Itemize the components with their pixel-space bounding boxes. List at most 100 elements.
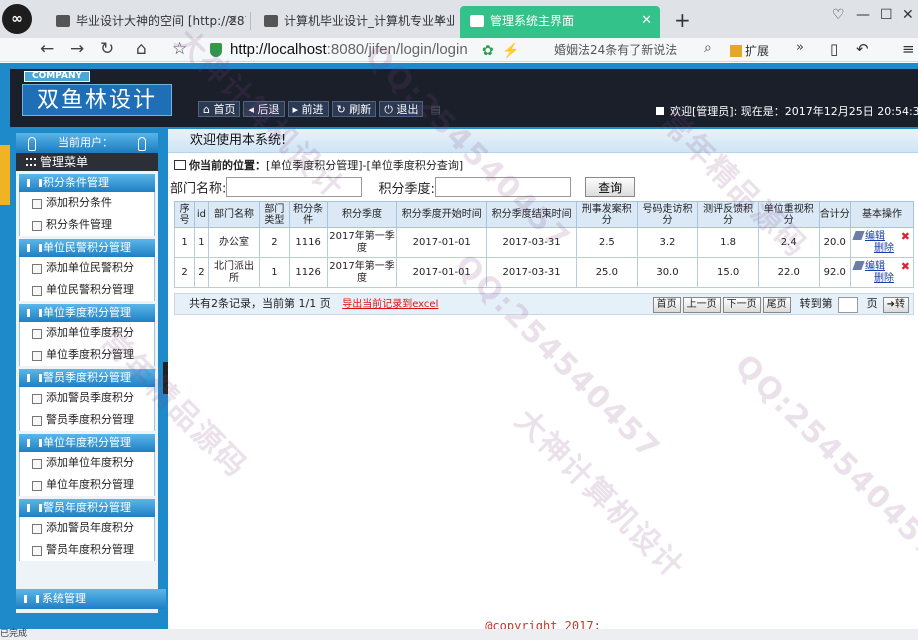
export-excel-link[interactable]: 导出当前记录到excel	[342, 299, 438, 310]
extensions-button[interactable]: 扩展	[730, 42, 769, 59]
new-tab-button[interactable]: +	[674, 6, 691, 34]
logout-button[interactable]: ⏻ 退出	[379, 101, 424, 117]
dept-name-input[interactable]	[226, 177, 363, 197]
menu-item[interactable]: 添加单位民警积分	[19, 257, 155, 279]
edit-icon	[852, 230, 865, 240]
menu-group-title[interactable]: 单位季度积分管理	[19, 304, 155, 322]
welcome-status: 欢迎[管理员]: 现在是：2017年12月25日 20:54:39	[656, 103, 918, 119]
forward-icon[interactable]: →	[70, 39, 84, 59]
browser-tab-active[interactable]: 管理系统主界面 ✕	[460, 6, 660, 38]
menu-item[interactable]: 积分条件管理	[19, 214, 155, 236]
tab-close-icon[interactable]: ✕	[641, 6, 652, 36]
dept-label: 部门名称:	[170, 181, 227, 197]
reload-icon[interactable]: ↻	[100, 39, 114, 59]
column-header: 测评反馈积分	[697, 201, 759, 228]
next-page-button[interactable]: 下一页	[722, 297, 761, 313]
last-page-button[interactable]: 尾页	[762, 297, 791, 313]
menu-group-title[interactable]: 警员季度积分管理	[19, 369, 155, 387]
menu-group-title[interactable]: 警员年度积分管理	[19, 499, 155, 517]
tab-favicon-icon	[264, 15, 278, 27]
top-navigation: ⌂ 首页 ◂ 后退 ▸ 前进 ↻ 刷新 ⏻ 退出 ▤	[198, 101, 448, 117]
menu-item[interactable]: 添加单位季度积分	[19, 322, 155, 344]
menu-item[interactable]: 单位季度积分管理	[19, 344, 155, 366]
menu-item[interactable]: 单位民警积分管理	[19, 279, 155, 301]
table-cell: 3.2	[636, 227, 699, 258]
column-header: 基本操作	[850, 201, 914, 228]
address-news[interactable]: 婚姻法24条有了新说法	[554, 39, 677, 61]
tab-close-icon[interactable]: ✕	[435, 6, 446, 36]
tab-favicon-icon	[470, 15, 484, 27]
go-button[interactable]: ➜转	[882, 297, 909, 313]
column-header: 单位重视积分	[757, 201, 820, 228]
menu-item[interactable]: 添加单位年度积分	[19, 452, 155, 474]
home-button[interactable]: ⌂ 首页	[198, 101, 241, 117]
app-logo: 双鱼林设计	[22, 84, 172, 116]
address-bar[interactable]: http://localhost:8080/jifen/login/login …	[210, 39, 720, 61]
delete-link[interactable]: 删除	[874, 243, 912, 255]
more-chevron-icon[interactable]: »	[796, 40, 804, 55]
menu-group: 单位民警积分管理 添加单位民警积分 单位民警积分管理	[19, 239, 155, 301]
season-input[interactable]	[434, 177, 571, 197]
tab-close-icon[interactable]: ✕	[227, 6, 238, 36]
table-cell: 20.0	[818, 227, 852, 258]
row-actions: 编辑 删除 ✖	[850, 257, 914, 288]
column-header: 刑事发案积分	[576, 201, 638, 228]
menu-item[interactable]: 警员季度积分管理	[19, 409, 155, 431]
menu-item[interactable]: 添加积分条件	[19, 192, 155, 214]
edit-link[interactable]: 编辑	[865, 231, 885, 242]
pin-icon	[28, 137, 36, 151]
menu-group-title[interactable]: 单位年度积分管理	[19, 434, 155, 452]
edit-link[interactable]: 编辑	[865, 261, 885, 272]
minimize-icon[interactable]: —	[856, 6, 870, 24]
menu-group-title[interactable]: 积分条件管理	[19, 174, 155, 192]
delete-icon[interactable]: ✖	[901, 261, 910, 273]
table-cell: 2	[173, 257, 196, 288]
home-icon[interactable]: ⌂	[136, 39, 147, 59]
menu-group: 警员季度积分管理 添加警员季度积分 警员季度积分管理	[19, 369, 155, 431]
forward-button[interactable]: ▸ 前进	[287, 101, 329, 117]
system-menu[interactable]: 系统管理	[16, 589, 166, 609]
menu-item[interactable]: 单位年度积分管理	[19, 474, 155, 496]
tab-title: 计算机毕业设计_计算机专业毕业	[284, 14, 454, 28]
delete-link[interactable]: 删除	[874, 273, 912, 285]
company-label: COMPANY	[24, 71, 90, 82]
table-cell: 25.0	[576, 257, 638, 288]
close-window-icon[interactable]: ✕	[902, 6, 914, 24]
column-header: 合计分	[818, 201, 852, 228]
sidebar: 当前用户： 管理菜单 积分条件管理 添加积分条件 积分条件管理 单位民警积分管理 添加单…	[16, 133, 158, 613]
first-page-button[interactable]: 首页	[652, 297, 681, 313]
menu-icon[interactable]: ≡	[902, 40, 915, 58]
search-form: 部门名称: 积分季度: 查询	[170, 177, 636, 199]
table-cell: 2	[259, 227, 290, 258]
table-cell: 北门派出所	[207, 257, 261, 288]
back-button[interactable]: ◂ 后退	[243, 101, 285, 117]
verified-icon[interactable]: ✿	[482, 39, 494, 61]
app-header: COMPANY 双鱼林设计 ⌂ 首页 ◂ 后退 ▸ 前进 ↻ 刷新 ⏻ 退出 ▤ 欢迎[管…	[10, 69, 918, 127]
menu-item[interactable]: 添加警员季度积分	[19, 387, 155, 409]
menu-group-title[interactable]: 单位民警积分管理	[19, 239, 155, 257]
search-icon[interactable]: ⌕	[704, 40, 712, 56]
delete-icon[interactable]: ✖	[901, 231, 910, 243]
speed-mode-icon[interactable]: ⚡	[502, 39, 519, 61]
menu-item[interactable]: 添加警员年度积分	[19, 517, 155, 539]
back-icon[interactable]: ←	[40, 39, 54, 59]
bookmark-star-icon[interactable]: ☆	[172, 39, 187, 59]
query-button[interactable]: 查询	[585, 177, 636, 197]
jump-label: 转到第	[799, 297, 833, 310]
browser-tab-2[interactable]: 计算机毕业设计_计算机专业毕业 ✕	[254, 6, 454, 38]
table-cell: 1116	[288, 227, 328, 258]
menu-item[interactable]: 警员年度积分管理	[19, 539, 155, 561]
jump-page-input[interactable]	[837, 297, 858, 313]
reading-icon[interactable]: ▯	[830, 40, 838, 58]
skin-icon[interactable]: ♡	[832, 6, 845, 24]
browser-tab-1[interactable]: 毕业设计大神的空间 [http://287 ✕	[46, 6, 246, 38]
browser-logo-icon[interactable]: ∞	[2, 4, 32, 34]
menu-group: 单位年度积分管理 添加单位年度积分 单位年度积分管理	[19, 434, 155, 496]
refresh-button[interactable]: ↻ 刷新	[331, 101, 377, 117]
undo-icon[interactable]: ↶	[856, 40, 869, 58]
column-header: 积分季度开始时间	[396, 201, 488, 228]
tab-separator	[250, 12, 251, 30]
column-header: 积分季度	[326, 201, 398, 228]
prev-page-button[interactable]: 上一页	[682, 297, 721, 313]
maximize-icon[interactable]: ☐	[880, 6, 893, 24]
